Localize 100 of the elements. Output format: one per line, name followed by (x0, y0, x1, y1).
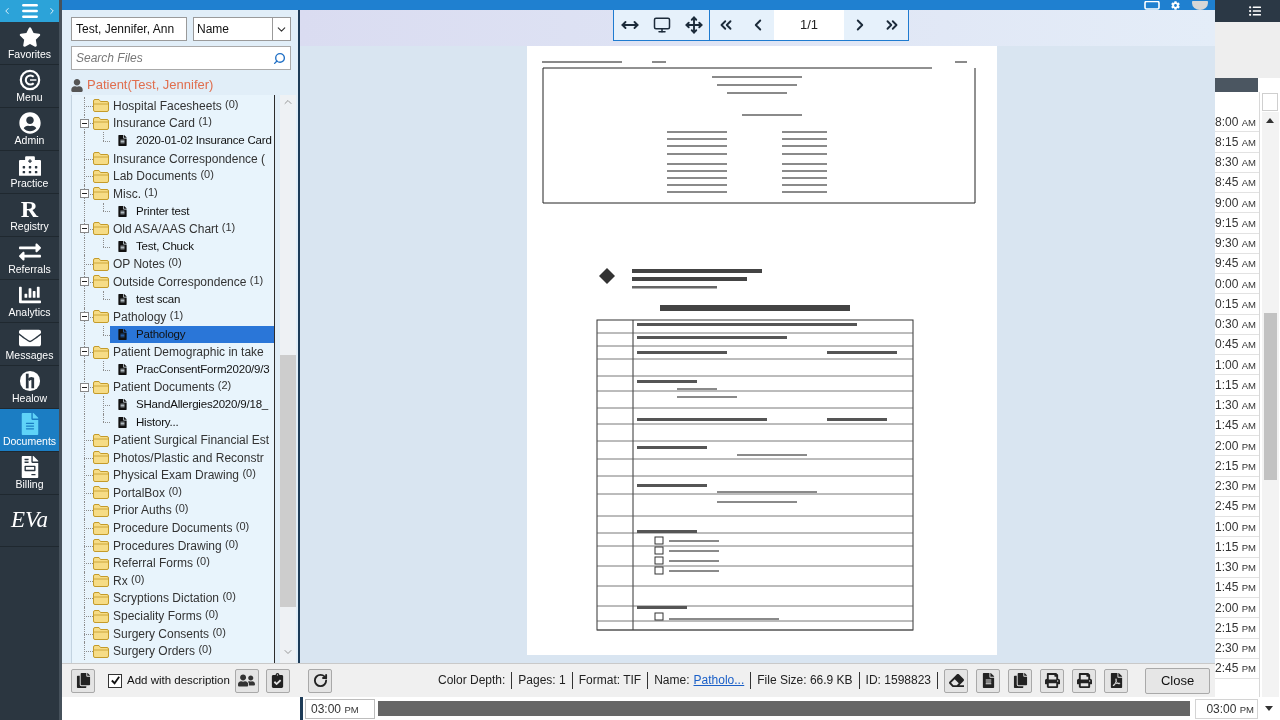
tree-folder[interactable]: Lab Documents (0) (93, 167, 275, 185)
time-slot: 0:00 AM (1215, 274, 1256, 293)
scrollbar-thumb[interactable] (280, 355, 296, 607)
time-slot: 2:30 PM (1215, 477, 1256, 496)
refresh-button[interactable] (308, 668, 332, 693)
letter-r-icon: R (20, 198, 39, 221)
tree-document[interactable]: PracConsentForm2020/9/3 (110, 360, 275, 379)
scroll-down-icon[interactable] (1265, 706, 1273, 711)
time-slot: 2:00 PM (1215, 598, 1256, 617)
folder-icon (93, 591, 109, 605)
tree-document[interactable]: Pathology (110, 325, 275, 344)
time-slot: 2:30 PM (1215, 639, 1256, 658)
folder-icon (93, 433, 109, 447)
close-button[interactable]: Close (1145, 667, 1210, 694)
time-slot: 2:00 PM (1215, 436, 1256, 455)
file-info-text: File Size: 66.9 KB (751, 672, 860, 689)
tree-document[interactable]: History... (110, 413, 275, 432)
tree-folder[interactable]: Procedures Drawing (0) (93, 536, 275, 555)
tree-folder[interactable]: Surgery Consents (0) (93, 624, 275, 643)
hospital-icon (18, 155, 41, 178)
window-icon[interactable] (1144, 0, 1160, 10)
collapse-icon[interactable] (80, 118, 89, 128)
tree-folder[interactable]: Referral Forms (0) (93, 554, 275, 573)
time-slot: 1:30 AM (1215, 396, 1256, 415)
tree-folder[interactable]: Photos/Plastic and Reconstr (93, 448, 275, 467)
folder-icon (93, 99, 109, 113)
brand-logo[interactable]: EVa (0, 495, 59, 547)
print-button[interactable] (1072, 668, 1096, 693)
collapse-icon[interactable] (80, 224, 89, 234)
document-icon (118, 417, 127, 428)
pdf-button[interactable] (1104, 668, 1128, 693)
file-name-link[interactable]: Patholo... (693, 672, 745, 689)
tree-folder[interactable]: Insurance Card (1) (93, 114, 275, 133)
tree-folder[interactable]: Hospital Facesheets (0) (93, 97, 275, 115)
tree-document[interactable]: Printer test (110, 202, 275, 221)
tree-folder[interactable]: Surgery Orders (0) (93, 642, 275, 660)
time-label: 03:00 PM (1206, 700, 1254, 718)
time-slot: 2:45 PM (1215, 659, 1256, 678)
scrollbar-thumb[interactable] (1263, 313, 1277, 480)
move-arrows-icon (684, 16, 703, 34)
page-number-field[interactable]: 1/1 (774, 10, 844, 40)
document-icon (118, 293, 127, 305)
tree-folder[interactable]: Procedure Documents (0) (93, 519, 275, 537)
tree-folder[interactable]: Prior Auths (0) (93, 501, 275, 520)
collapse-icon[interactable] (80, 347, 89, 357)
time-slot: 9:15 AM (1215, 213, 1256, 232)
tree-folder[interactable]: Patient Demographic in take (93, 343, 275, 361)
collapse-icon[interactable] (80, 382, 89, 392)
list-icon[interactable] (1248, 5, 1262, 17)
collapse-icon[interactable] (80, 312, 89, 322)
tree-folder[interactable]: Misc. (1) (93, 184, 275, 203)
erase-button[interactable] (944, 668, 968, 693)
tree-folder[interactable]: Pathology (1) (93, 308, 275, 326)
tree-folder[interactable]: Insurance Correspondence ( (93, 149, 275, 168)
import-pages-button[interactable] (71, 668, 95, 693)
document-icon (118, 205, 127, 217)
patient-field[interactable]: Test, Jennifer, Ann (71, 17, 187, 41)
pdf-file-icon (1108, 673, 1124, 688)
tree-folder[interactable]: PortalBox (0) (93, 484, 275, 502)
document-button[interactable] (976, 668, 1000, 693)
folder-icon (93, 486, 109, 500)
tree-document[interactable]: test scan (110, 290, 275, 309)
checkbox[interactable] (108, 673, 122, 688)
clipboard-button[interactable] (265, 668, 290, 693)
tree-folder[interactable]: Outside Correspondence (1) (93, 272, 275, 291)
stacked-pages-icon (75, 673, 91, 688)
print-button[interactable] (1040, 668, 1064, 693)
folder-icon (93, 609, 109, 623)
tree-folder[interactable]: Patient Surgical Financial Est (93, 431, 275, 449)
pages-icon (1012, 673, 1028, 688)
tree-folder[interactable]: Old ASA/AAS Chart (1) (93, 220, 275, 238)
tree-folder[interactable]: OP Notes (0) (93, 255, 275, 273)
people-button[interactable] (234, 668, 259, 693)
file-name-label: Name: (654, 672, 690, 689)
document-icon (118, 241, 127, 253)
avatar-icon[interactable] (1191, 0, 1209, 10)
h-circle-logo-icon (18, 370, 41, 393)
tree-folder[interactable]: Rx (0) (93, 572, 275, 590)
time-slot: 8:45 AM (1215, 173, 1256, 192)
tree-document[interactable]: SHandAllergies2020/9/18_ (110, 396, 275, 414)
nav-item[interactable]: Documents (0, 409, 59, 452)
tree-document[interactable]: 2020-01-02 Insurance Card (110, 132, 275, 150)
tree-folder[interactable]: Patient Documents (2) (93, 378, 275, 397)
collapse-icon[interactable] (80, 276, 89, 286)
settings-icon[interactable] (1170, 0, 1181, 10)
sort-dropdown[interactable]: Name (193, 17, 291, 41)
tree-folder[interactable]: Physical Exam Drawing (0) (93, 466, 275, 485)
collapse-icon[interactable] (80, 188, 89, 198)
folder-icon (93, 169, 109, 183)
folder-icon (93, 116, 109, 130)
tree-document[interactable]: Test, Chuck (110, 237, 275, 256)
search-field[interactable]: Search Files (71, 46, 291, 70)
refresh-icon (312, 673, 328, 688)
tree-folder[interactable]: Speciality Forms (0) (93, 607, 275, 625)
tree-folder[interactable]: Scryptions Dictation (0) (93, 589, 275, 608)
scroll-up-icon[interactable] (1266, 118, 1274, 123)
pages-button[interactable] (1008, 668, 1032, 693)
swirl-logo-icon (18, 69, 41, 92)
time-label: 03:00 PM (311, 700, 359, 718)
file-info-text: Color Depth: (431, 672, 513, 689)
